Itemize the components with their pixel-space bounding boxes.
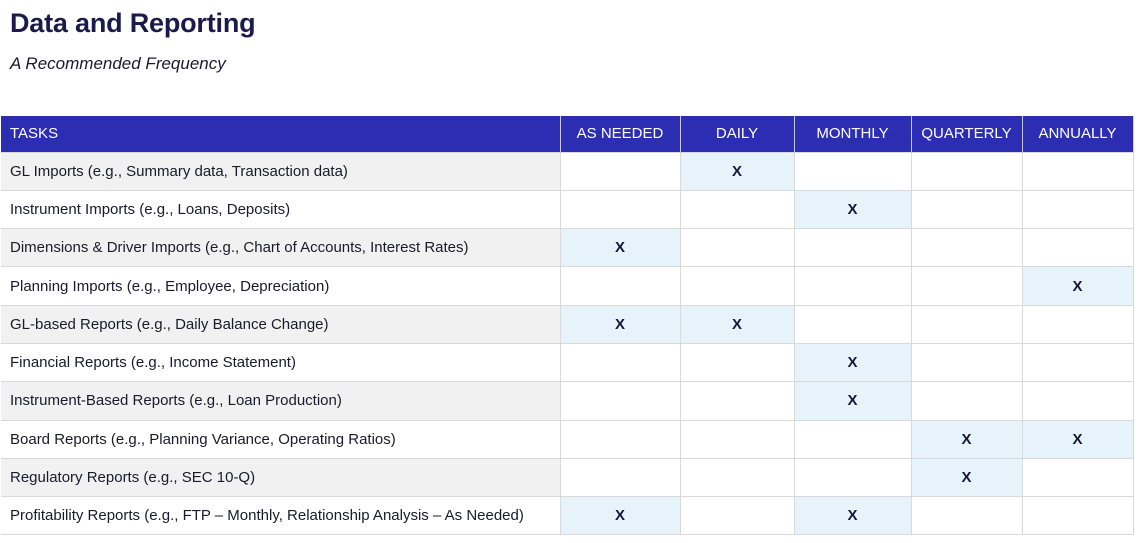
page-title: Data and Reporting xyxy=(10,8,256,38)
column-header-as-needed: AS NEEDED xyxy=(560,116,681,152)
frequency-cell-annually xyxy=(1022,342,1134,382)
frequency-cell-annually xyxy=(1022,496,1134,536)
task-cell: Instrument Imports (e.g., Loans, Deposit… xyxy=(1,189,561,229)
column-header-monthly: MONTHLY xyxy=(794,116,912,152)
frequency-cell-daily xyxy=(680,342,795,382)
frequency-cell-as-needed: X xyxy=(560,496,681,536)
frequency-cell-annually: X xyxy=(1022,266,1134,306)
task-cell: Planning Imports (e.g., Employee, Deprec… xyxy=(1,266,561,306)
frequency-cell-quarterly xyxy=(911,151,1023,191)
frequency-cell-daily: X xyxy=(680,304,795,344)
frequency-cell-monthly: X xyxy=(794,496,912,536)
frequency-cell-daily xyxy=(680,419,795,459)
frequency-cell-annually xyxy=(1022,189,1134,229)
frequency-cell-annually xyxy=(1022,457,1134,497)
frequency-cell-monthly xyxy=(794,151,912,191)
frequency-cell-quarterly xyxy=(911,496,1023,536)
frequency-cell-daily xyxy=(680,496,795,536)
frequency-cell-monthly xyxy=(794,419,912,459)
column-header-annually: ANNUALLY xyxy=(1022,116,1134,152)
column-header-daily: DAILY xyxy=(680,116,795,152)
page-subtitle: A Recommended Frequency xyxy=(10,54,226,73)
frequency-cell-as-needed: X xyxy=(560,304,681,344)
table-body: GL Imports (e.g., Summary data, Transact… xyxy=(1,151,1134,536)
frequency-cell-annually xyxy=(1022,228,1134,267)
frequency-cell-daily xyxy=(680,381,795,421)
frequency-cell-quarterly xyxy=(911,266,1023,306)
frequency-cell-annually xyxy=(1022,151,1134,191)
column-header-tasks: TASKS xyxy=(1,116,561,152)
frequency-cell-quarterly xyxy=(911,304,1023,344)
table-row: Profitability Reports (e.g., FTP – Month… xyxy=(1,496,1134,536)
frequency-cell-monthly: X xyxy=(794,381,912,421)
table-row: Planning Imports (e.g., Employee, Deprec… xyxy=(1,266,1134,306)
frequency-cell-as-needed xyxy=(560,381,681,421)
frequency-cell-annually xyxy=(1022,304,1134,344)
frequency-cell-quarterly xyxy=(911,381,1023,421)
table-header-row: TASKS AS NEEDED DAILY MONTHLY QUARTERLY … xyxy=(1,116,1134,152)
frequency-cell-as-needed xyxy=(560,151,681,191)
table-row: Financial Reports (e.g., Income Statemen… xyxy=(1,342,1134,382)
table-row: Board Reports (e.g., Planning Variance, … xyxy=(1,419,1134,459)
frequency-cell-monthly xyxy=(794,266,912,306)
frequency-cell-as-needed xyxy=(560,419,681,459)
frequency-cell-as-needed xyxy=(560,266,681,306)
task-cell: Financial Reports (e.g., Income Statemen… xyxy=(1,342,561,382)
frequency-cell-monthly xyxy=(794,228,912,267)
table-row: Instrument-Based Reports (e.g., Loan Pro… xyxy=(1,381,1134,421)
task-cell: Board Reports (e.g., Planning Variance, … xyxy=(1,419,561,459)
frequency-cell-as-needed xyxy=(560,189,681,229)
task-cell: Profitability Reports (e.g., FTP – Month… xyxy=(1,496,561,536)
table-row: Regulatory Reports (e.g., SEC 10-Q) X xyxy=(1,457,1134,497)
table-row: GL-based Reports (e.g., Daily Balance Ch… xyxy=(1,304,1134,344)
table-row: Instrument Imports (e.g., Loans, Deposit… xyxy=(1,189,1134,229)
frequency-cell-quarterly: X xyxy=(911,419,1023,459)
frequency-cell-daily xyxy=(680,457,795,497)
task-cell: Regulatory Reports (e.g., SEC 10-Q) xyxy=(1,457,561,497)
task-cell: Instrument-Based Reports (e.g., Loan Pro… xyxy=(1,381,561,421)
column-header-quarterly: QUARTERLY xyxy=(911,116,1023,152)
frequency-cell-monthly xyxy=(794,457,912,497)
table-row: Dimensions & Driver Imports (e.g., Chart… xyxy=(1,228,1134,267)
frequency-cell-as-needed xyxy=(560,457,681,497)
task-cell: GL Imports (e.g., Summary data, Transact… xyxy=(1,151,561,191)
frequency-cell-annually xyxy=(1022,381,1134,421)
task-cell: Dimensions & Driver Imports (e.g., Chart… xyxy=(1,228,561,267)
frequency-cell-monthly xyxy=(794,304,912,344)
frequency-cell-as-needed: X xyxy=(560,228,681,267)
frequency-cell-quarterly xyxy=(911,189,1023,229)
frequency-cell-daily xyxy=(680,228,795,267)
frequency-cell-quarterly xyxy=(911,342,1023,382)
task-cell: GL-based Reports (e.g., Daily Balance Ch… xyxy=(1,304,561,344)
frequency-cell-monthly: X xyxy=(794,342,912,382)
frequency-cell-daily xyxy=(680,266,795,306)
frequency-cell-daily xyxy=(680,189,795,229)
frequency-cell-daily: X xyxy=(680,151,795,191)
frequency-cell-quarterly xyxy=(911,228,1023,267)
frequency-table: TASKS AS NEEDED DAILY MONTHLY QUARTERLY … xyxy=(1,116,1134,536)
frequency-cell-as-needed xyxy=(560,342,681,382)
table-row: GL Imports (e.g., Summary data, Transact… xyxy=(1,151,1134,191)
frequency-cell-quarterly: X xyxy=(911,457,1023,497)
frequency-cell-annually: X xyxy=(1022,419,1134,459)
frequency-cell-monthly: X xyxy=(794,189,912,229)
